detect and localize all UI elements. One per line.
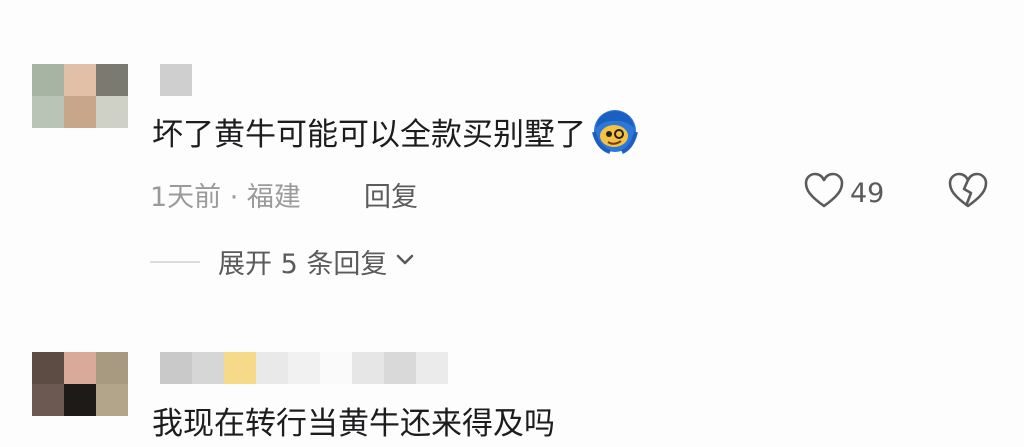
comment-text: 我现在转行当黄牛还来得及吗 [152,398,555,443]
broken-heart-icon [946,172,990,214]
blue-hair-face-emoji-icon [592,108,638,154]
divider-line [150,260,200,263]
expand-replies-button[interactable]: 展开 5 条回复 [150,242,415,281]
username-pixelated[interactable] [160,352,448,384]
avatar[interactable] [32,64,128,128]
expand-replies-label: 展开 5 条回复 [218,249,388,280]
like-count: 49 [850,177,885,209]
comment-text: 坏了黄牛可能可以全款买别墅了 [152,108,638,154]
like-button[interactable]: 49 [804,172,884,214]
comment-text-content: 坏了黄牛可能可以全款买别墅了 [152,116,586,153]
reply-button[interactable]: 回复 [364,175,418,214]
heart-outline-icon [804,172,844,214]
dislike-button[interactable] [946,172,990,214]
chevron-down-icon [395,252,415,271]
comment-text-content: 我现在转行当黄牛还来得及吗 [152,406,555,442]
avatar[interactable] [32,352,128,416]
username-pixelated[interactable] [160,64,192,96]
time-location: 1天前 · 福建 [150,182,301,213]
